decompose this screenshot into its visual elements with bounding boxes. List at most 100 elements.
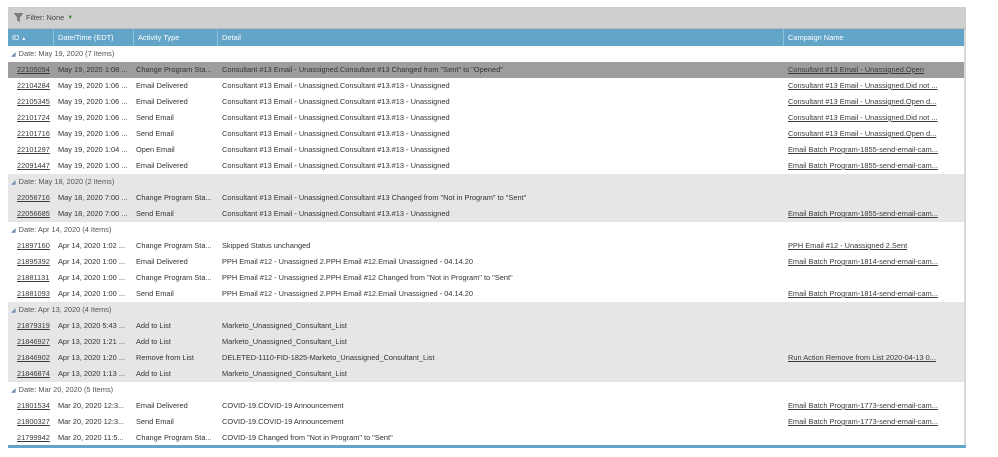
group-header-label: Date: May 19, 2020 (7 Items): [18, 49, 115, 58]
row-detail: COVID-19.COVID-19 Announcement: [222, 401, 344, 410]
activity-id-link[interactable]: 21881093: [17, 286, 59, 302]
row-detail: PPH Email #12 - Unassigned 2.PPH Email #…: [222, 273, 513, 282]
column-header-detail[interactable]: Detail: [218, 29, 784, 46]
collapse-triangle-icon[interactable]: ◢: [11, 180, 16, 186]
campaign-name-link[interactable]: Email Batch Program-1814-send-email-cam.…: [788, 286, 948, 302]
group-header[interactable]: ◢ Date: May 19, 2020 (7 Items): [8, 46, 966, 62]
table-row[interactable]: 22101297 May 19, 2020 1:04 ... Open Email C…: [8, 142, 966, 158]
group-header[interactable]: ◢ Date: May 18, 2020 (2 Items): [8, 174, 966, 190]
vertical-scrollbar[interactable]: [964, 29, 966, 448]
campaign-name-link[interactable]: [788, 190, 948, 206]
activity-id-link[interactable]: 21897160: [17, 238, 59, 254]
filter-dropdown-icon[interactable]: ▼: [67, 15, 73, 21]
table-row[interactable]: 21846874 Apr 13, 2020 1:13 ... Add to List…: [8, 366, 966, 382]
campaign-name-link[interactable]: Email Batch Program-1773-send-email-cam.…: [788, 414, 948, 430]
table-row[interactable]: 22104284 May 19, 2020 1:06 ... Email Deliv…: [8, 78, 966, 94]
activity-id-link[interactable]: 21799942: [17, 430, 59, 446]
row-activity-type: Email Delivered: [136, 257, 188, 266]
row-datetime: May 19, 2020 1:04 ...: [58, 145, 128, 154]
activity-table-body: ◢ Date: May 19, 2020 (7 Items) 22105094 May…: [8, 46, 966, 448]
table-row[interactable]: 21895392 Apr 14, 2020 1:00 ... Email Deliv…: [8, 254, 966, 270]
campaign-name-link[interactable]: Email Batch Program-1855-send-email-cam.…: [788, 206, 948, 222]
campaign-name-link[interactable]: Email Batch Program-1814-send-email-cam.…: [788, 254, 948, 270]
table-row[interactable]: 22101724 May 19, 2020 1:06 ... Send Email C…: [8, 110, 966, 126]
column-header-id[interactable]: ID ▲: [8, 29, 54, 46]
campaign-name-link[interactable]: Consultant #13 Email - Unassigned.Open d…: [788, 94, 948, 110]
table-row[interactable]: 22105094 May 19, 2020 1:08 ... Change Prog…: [8, 62, 966, 78]
group-header[interactable]: ◢ Date: Mar 20, 2020 (5 Items): [8, 382, 966, 398]
horizontal-scrollbar[interactable]: [8, 445, 966, 448]
group-header[interactable]: ◢ Date: Apr 14, 2020 (4 Items): [8, 222, 966, 238]
activity-id-link[interactable]: 21895392: [17, 254, 59, 270]
campaign-name-link[interactable]: Email Batch Program-1773-send-email-cam.…: [788, 398, 948, 414]
activity-id-link[interactable]: 21879319: [17, 318, 59, 334]
table-row[interactable]: 22056716 May 18, 2020 7:00 ... Change Prog…: [8, 190, 966, 206]
campaign-name-link[interactable]: [788, 366, 948, 382]
campaign-name-link[interactable]: Email Batch Program-1855-send-email-cam.…: [788, 158, 948, 174]
table-row[interactable]: 21879319 Apr 13, 2020 5:43 ... Add to List…: [8, 318, 966, 334]
activity-id-link[interactable]: 21801534: [17, 398, 59, 414]
row-activity-type: Change Program Sta...: [136, 241, 212, 250]
activity-id-link[interactable]: 21881131: [17, 270, 59, 286]
campaign-name-link[interactable]: Consultant #13 Email - Unassigned.Open d…: [788, 126, 948, 142]
column-header-date[interactable]: Date/Time (EDT): [54, 29, 134, 46]
campaign-name-link[interactable]: Email Batch Program-1855-send-email-cam.…: [788, 142, 948, 158]
collapse-triangle-icon[interactable]: ◢: [11, 308, 16, 314]
table-row[interactable]: 21897160 Apr 14, 2020 1:02 ... Change Prog…: [8, 238, 966, 254]
activity-id-link[interactable]: 22091447: [17, 158, 59, 174]
campaign-name-link[interactable]: Consultant #13 Email - Unassigned.Open: [788, 62, 948, 78]
campaign-name-link[interactable]: PPH Email #12 - Unassigned 2.Sent: [788, 238, 948, 254]
activity-id-link[interactable]: 21800327: [17, 414, 59, 430]
filter-bar: Filter: None ▼: [8, 7, 966, 29]
column-header-id-label: ID: [12, 33, 20, 42]
activity-id-link[interactable]: 21846874: [17, 366, 59, 382]
row-detail: Consultant #13 Email - Unassigned.Consul…: [222, 65, 503, 74]
row-activity-type: Send Email: [136, 289, 174, 298]
table-row[interactable]: 21881131 Apr 14, 2020 1:00 ... Change Prog…: [8, 270, 966, 286]
table-row[interactable]: 22101716 May 19, 2020 1:06 ... Send Email C…: [8, 126, 966, 142]
collapse-triangle-icon[interactable]: ◢: [11, 52, 16, 58]
activity-id-link[interactable]: 22101297: [17, 142, 59, 158]
row-detail: PPH Email #12 - Unassigned 2.PPH Email #…: [222, 257, 474, 266]
campaign-name-link[interactable]: Consultant #13 Email - Unassigned.Did no…: [788, 78, 948, 94]
row-detail: DELETED-1110-FID-1825-Marketo_Unassigned…: [222, 353, 435, 362]
filter-label[interactable]: Filter: None: [26, 13, 64, 22]
activity-id-link[interactable]: 22105094: [17, 62, 59, 78]
row-detail: Consultant #13 Email - Unassigned.Consul…: [222, 81, 450, 90]
funnel-icon[interactable]: [13, 13, 24, 22]
table-row[interactable]: 21800327 Mar 20, 2020 12:3... Send Email CO…: [8, 414, 966, 430]
table-row[interactable]: 21801534 Mar 20, 2020 12:3... Email Delive…: [8, 398, 966, 414]
activity-id-link[interactable]: 22104284: [17, 78, 59, 94]
activity-id-link[interactable]: 22101724: [17, 110, 59, 126]
table-row[interactable]: 21846927 Apr 13, 2020 1:21 ... Add to List…: [8, 334, 966, 350]
table-row[interactable]: 22091447 May 19, 2020 1:00 ... Email Deliv…: [8, 158, 966, 174]
table-row[interactable]: 21799942 Mar 20, 2020 11:5... Change Progr…: [8, 430, 966, 446]
campaign-name-link[interactable]: [788, 270, 948, 286]
campaign-name-link[interactable]: [788, 430, 948, 446]
activity-id-link[interactable]: 22056685: [17, 206, 59, 222]
campaign-name-link[interactable]: Run Action Remove from List 2020-04-13 0…: [788, 350, 948, 366]
collapse-triangle-icon[interactable]: ◢: [11, 228, 16, 234]
row-detail: Skipped Status unchanged: [222, 241, 311, 250]
activity-id-link[interactable]: 22105345: [17, 94, 59, 110]
activity-id-link[interactable]: 22101716: [17, 126, 59, 142]
table-row[interactable]: 22056685 May 18, 2020 7:00 ... Send Email C…: [8, 206, 966, 222]
row-activity-type: Email Delivered: [136, 81, 188, 90]
table-row[interactable]: 21846902 Apr 13, 2020 1:20 ... Remove from…: [8, 350, 966, 366]
table-row[interactable]: 22105345 May 19, 2020 1:06 ... Email Deliv…: [8, 94, 966, 110]
campaign-name-link[interactable]: [788, 334, 948, 350]
collapse-triangle-icon[interactable]: ◢: [11, 388, 16, 394]
group-header[interactable]: ◢ Date: Apr 13, 2020 (4 Items): [8, 302, 966, 318]
row-detail: COVID-19 Changed from "Not in Program" t…: [222, 433, 393, 442]
row-datetime: Apr 14, 2020 1:02 ...: [58, 241, 125, 250]
table-row[interactable]: 21881093 Apr 14, 2020 1:00 ... Send Email P…: [8, 286, 966, 302]
activity-id-link[interactable]: 21846902: [17, 350, 59, 366]
activity-id-link[interactable]: 22056716: [17, 190, 59, 206]
row-detail: Consultant #13 Email - Unassigned.Consul…: [222, 113, 450, 122]
campaign-name-link[interactable]: Consultant #13 Email - Unassigned.Did no…: [788, 110, 948, 126]
column-header-activity-type[interactable]: Activity Type: [134, 29, 218, 46]
column-header-campaign-name[interactable]: Campaign Name: [784, 29, 966, 46]
campaign-name-link[interactable]: [788, 318, 948, 334]
activity-id-link[interactable]: 21846927: [17, 334, 59, 350]
row-datetime: May 18, 2020 7:00 ...: [58, 193, 128, 202]
